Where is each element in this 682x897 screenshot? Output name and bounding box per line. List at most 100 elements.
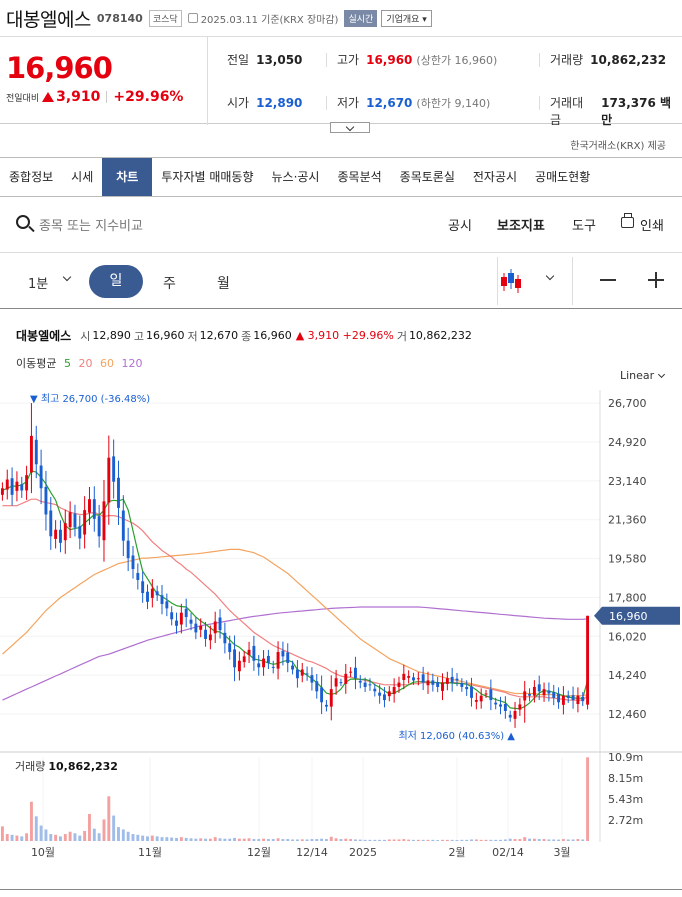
price-axis-label: 16,020 xyxy=(608,630,647,643)
high-value: 16,960 xyxy=(366,52,413,67)
candle-body xyxy=(373,688,377,692)
volume-bar xyxy=(416,839,420,841)
ma20-label: 20 xyxy=(78,357,93,370)
minute-select[interactable]: 1분 xyxy=(28,273,48,292)
tab-chart[interactable]: 차트 xyxy=(102,158,153,196)
ma20-line xyxy=(2,498,589,701)
disclosure-button[interactable]: 공시 xyxy=(448,215,472,234)
zoom-in-button[interactable] xyxy=(648,273,664,286)
volume-bar xyxy=(276,838,280,841)
volume-bar xyxy=(412,839,415,841)
candle-body xyxy=(460,683,464,687)
volume-label: 거 xyxy=(396,329,407,343)
candle-body xyxy=(392,686,396,694)
tab-discussion[interactable]: 종목토론실 xyxy=(391,158,464,196)
volume-bar xyxy=(170,837,174,841)
candle-body xyxy=(474,700,478,702)
tab-investor-trading[interactable]: 투자자별 매매동향 xyxy=(152,158,262,196)
realtime-button[interactable]: 실시간 xyxy=(344,9,378,27)
volume-bar xyxy=(252,839,256,841)
scale-label: Linear xyxy=(620,369,655,382)
candle-body xyxy=(465,686,469,690)
volume-bar xyxy=(266,839,270,841)
candle-body xyxy=(397,682,401,687)
tab-short-selling[interactable]: 공매도현황 xyxy=(526,158,599,196)
volume-bar xyxy=(15,835,19,841)
scale-select[interactable]: Linear xyxy=(620,369,666,382)
indicator-button[interactable]: 보조지표 xyxy=(497,215,545,234)
tab-disclosure[interactable]: 전자공시 xyxy=(464,158,526,196)
volume-bar xyxy=(489,839,493,841)
candle-body xyxy=(5,479,9,490)
tools-button[interactable]: 도구 xyxy=(572,215,596,234)
volume-bar xyxy=(228,838,232,841)
lower-limit: (하한가 9,140) xyxy=(416,96,491,110)
volume-bar xyxy=(494,839,498,841)
candle-body xyxy=(532,686,536,696)
volume-bar xyxy=(368,839,372,841)
zoom-out-button[interactable] xyxy=(600,279,616,281)
period-week-button[interactable]: 주 xyxy=(163,273,176,293)
current-price-label: 16,960 xyxy=(609,610,648,623)
candle-body xyxy=(92,499,96,519)
print-button[interactable]: 인쇄 xyxy=(640,215,664,234)
candle-body xyxy=(112,456,116,482)
candle-body xyxy=(503,703,507,711)
volume-bar xyxy=(349,839,353,841)
period-month-button[interactable]: 월 xyxy=(217,273,230,293)
volume-bar xyxy=(54,834,58,841)
date-axis-label: 12월 xyxy=(247,846,271,858)
current-price-box: 16,960 전일대비 3,910 +29.96% xyxy=(0,37,208,125)
candle-body xyxy=(199,625,203,630)
volume-bar xyxy=(233,837,236,841)
chart-type-select[interactable] xyxy=(497,257,573,305)
volume-bar xyxy=(329,836,333,841)
company-overview-dropdown[interactable]: 기업개요 ▾ xyxy=(381,9,432,27)
volume-bar xyxy=(49,834,53,841)
prev-close-label: 전일 xyxy=(227,53,250,67)
volume-bar xyxy=(78,835,82,841)
candle-body xyxy=(557,693,561,703)
candle-body xyxy=(213,621,217,634)
tab-overview[interactable]: 종합정보 xyxy=(0,158,62,196)
compare-search-input[interactable]: 종목 또는 지수비교 xyxy=(39,215,143,234)
candle-body xyxy=(131,555,135,570)
volume-bar xyxy=(257,839,261,841)
candle-body xyxy=(281,650,285,657)
volume-bar xyxy=(300,839,304,841)
volume-bar xyxy=(262,838,266,841)
chevron-down-icon[interactable] xyxy=(62,272,72,282)
volume-bar xyxy=(29,801,33,841)
search-icon[interactable] xyxy=(16,215,30,229)
candle-body xyxy=(54,529,58,539)
period-day-button[interactable]: 일 xyxy=(89,265,143,298)
tab-analysis[interactable]: 종목분석 xyxy=(328,158,390,196)
volume-bar xyxy=(397,839,401,841)
open-label: 시가 xyxy=(227,96,250,110)
candle-body xyxy=(136,572,140,580)
candle-body xyxy=(378,692,382,696)
ma120-line xyxy=(2,606,588,701)
printer-icon[interactable] xyxy=(621,213,634,228)
candle-body xyxy=(470,686,473,698)
divider xyxy=(326,53,327,67)
volume-bar xyxy=(184,837,188,841)
expand-toggle-button[interactable] xyxy=(330,122,370,133)
high-label: 고 xyxy=(133,329,144,343)
volume-bar xyxy=(310,839,314,841)
change-amount: 3,910 xyxy=(56,89,101,105)
chart-stock-name: 대봉엘에스 xyxy=(16,329,72,343)
volume-bar xyxy=(59,836,62,841)
prev-close-cell: 전일 13,050 xyxy=(227,51,302,68)
volume-bar xyxy=(518,839,522,841)
tab-price[interactable]: 시세 xyxy=(62,158,102,196)
candle-body xyxy=(455,678,459,681)
price-chart[interactable]: 26,700 24,920 23,140 21,360 19,580 17,800 16,0… xyxy=(0,390,682,858)
tab-news[interactable]: 뉴스·공시 xyxy=(263,158,329,196)
candle-body xyxy=(228,643,232,653)
volume-bar xyxy=(97,833,101,841)
volume-bar xyxy=(44,829,48,841)
low-label: 저 xyxy=(187,329,198,343)
date-axis-label: 3월 xyxy=(553,846,570,858)
candle-body xyxy=(146,591,149,602)
